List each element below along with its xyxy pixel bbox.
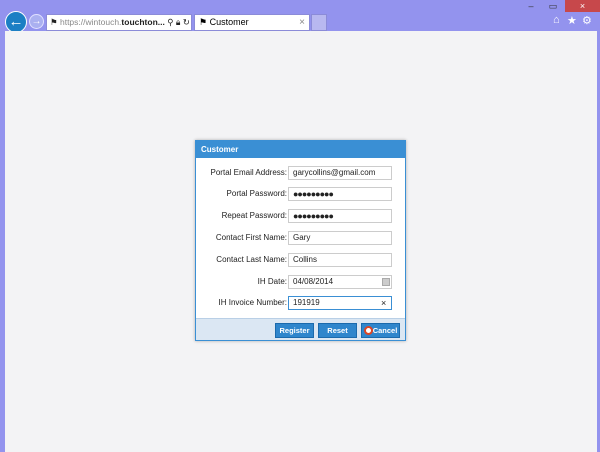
lock-icon: 🔒︎ — [175, 17, 181, 27]
invoice-number-field[interactable]: 191919 — [288, 296, 392, 310]
email-field[interactable]: garycollins@gmail.com — [288, 166, 392, 180]
invoice-number-label: IH Invoice Number: — [218, 298, 287, 307]
url-host: wintouch. — [85, 17, 122, 27]
close-window-button[interactable]: × — [565, 0, 600, 12]
address-bar[interactable]: ⚑ https://wintouch.touchton... ⚲ 🔒︎ ↻ — [46, 14, 192, 31]
search-icon[interactable]: ⚲ — [167, 17, 173, 27]
minimize-button[interactable]: – — [520, 0, 542, 12]
cancel-icon — [364, 326, 373, 335]
calendar-icon[interactable] — [382, 278, 390, 286]
maximize-button[interactable]: ▭ — [542, 0, 564, 12]
dialog-footer: Register Reset Cancel — [196, 318, 405, 340]
repeat-password-field[interactable]: ●●●●●●●●● — [288, 209, 392, 223]
site-icon: ⚑ — [50, 17, 60, 27]
tab-customer[interactable]: ⚑ Customer × — [194, 14, 310, 31]
last-name-field[interactable]: Collins — [288, 253, 392, 267]
password-field[interactable]: ●●●●●●●●● — [288, 187, 392, 201]
gear-icon[interactable]: ⚙ — [582, 14, 592, 27]
dialog-title: Customer — [196, 141, 405, 158]
ih-date-label: IH Date: — [257, 277, 287, 286]
star-icon[interactable]: ★ — [567, 14, 577, 27]
url-prefix: https:// — [59, 17, 86, 27]
first-name-label: Contact First Name: — [215, 233, 287, 242]
back-button[interactable]: ← — [5, 11, 27, 33]
first-name-field[interactable]: Gary — [288, 231, 392, 245]
ih-date-field[interactable]: 04/08/2014 — [288, 275, 392, 289]
customer-dialog: Customer Portal Email Address: garycolli… — [195, 140, 406, 341]
reset-button[interactable]: Reset — [318, 323, 357, 338]
url-domain: touchton... — [121, 17, 165, 27]
register-button[interactable]: Register — [275, 323, 314, 338]
last-name-label: Contact Last Name: — [216, 255, 287, 264]
tab-close-icon[interactable]: × — [299, 15, 305, 30]
cancel-label: Cancel — [372, 326, 398, 335]
home-icon[interactable]: ⌂ — [553, 14, 560, 26]
password-label: Portal Password: — [226, 189, 287, 198]
tab-title: Customer — [209, 17, 249, 27]
refresh-icon[interactable]: ↻ — [183, 17, 190, 27]
site-icon: ⚑ — [199, 17, 210, 27]
repeat-password-label: Repeat Password: — [221, 211, 287, 220]
email-label: Portal Email Address: — [210, 168, 287, 177]
forward-button[interactable]: → — [29, 14, 44, 29]
clear-icon[interactable]: × — [381, 296, 386, 310]
new-tab-button[interactable] — [311, 14, 327, 31]
cancel-button[interactable]: Cancel — [361, 323, 400, 338]
